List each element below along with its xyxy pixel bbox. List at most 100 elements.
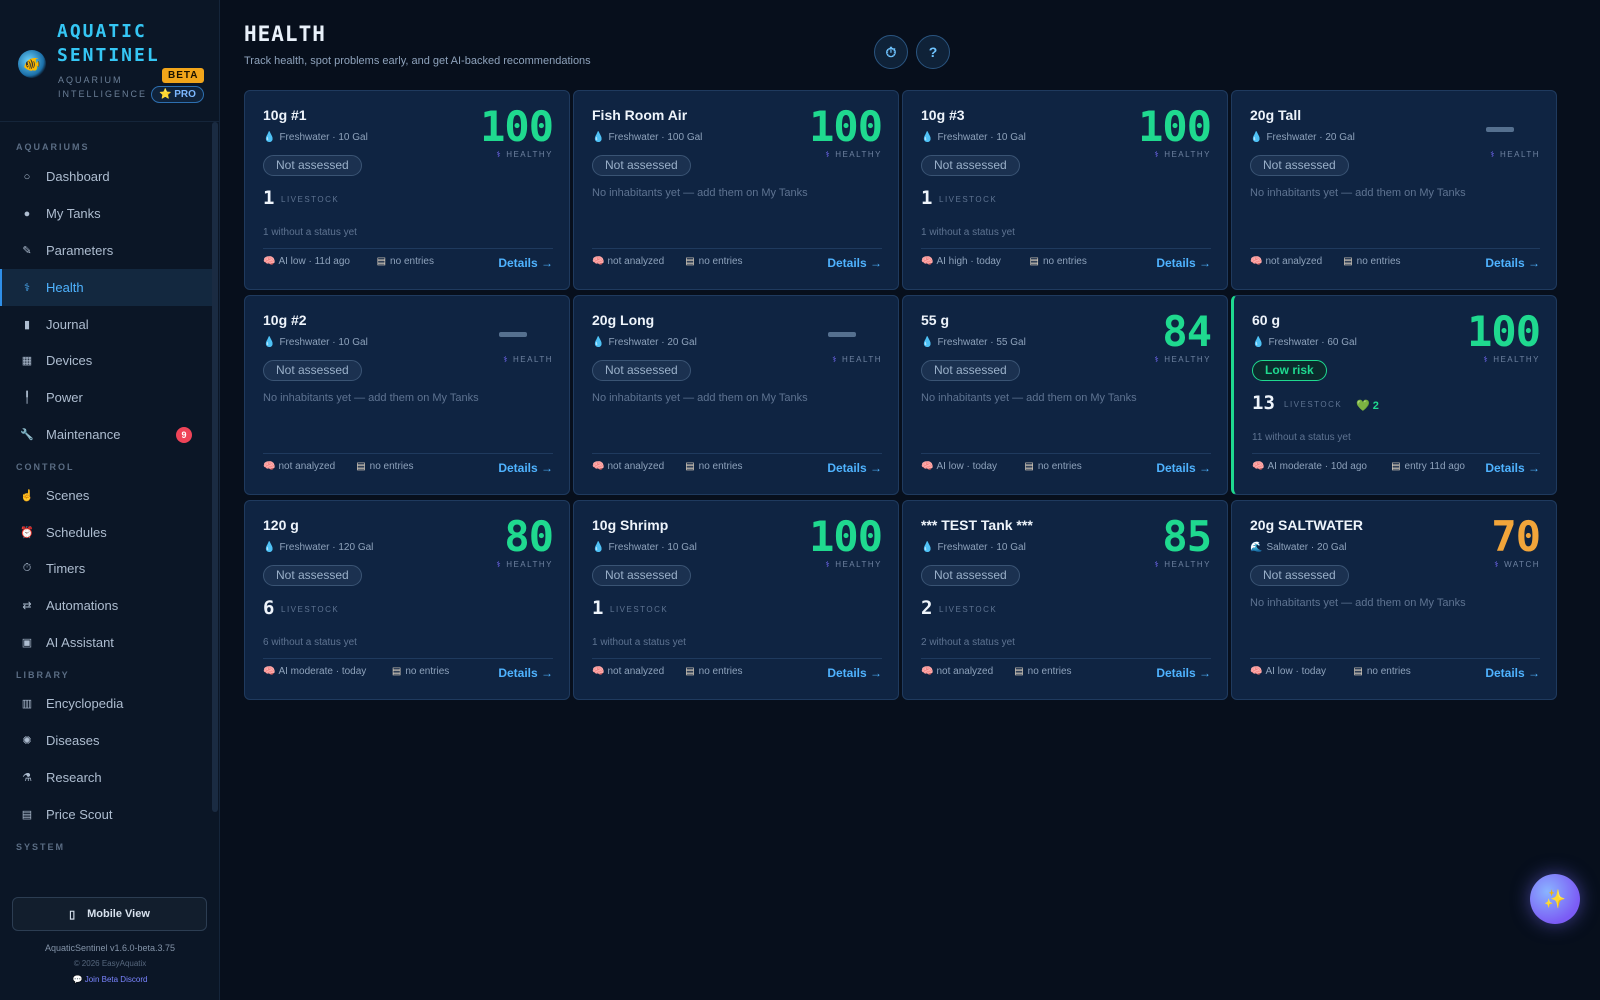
- pro-badge[interactable]: ⭐ PRO: [151, 86, 204, 103]
- app-version: AquaticSentinel v1.6.0-beta.3.75: [44, 943, 176, 953]
- tank-card[interactable]: 10g #1 💧 Freshwater · 10 Gal 100 ⚕ HEALTHY Not…: [244, 90, 570, 290]
- journal-status-text: no entries: [1027, 666, 1072, 677]
- sidebar-item-schedules[interactable]: ⏰ Schedules: [0, 514, 212, 551]
- sidebar-item-label: My Tanks: [46, 206, 101, 221]
- tank-card[interactable]: 55 g 💧 Freshwater · 55 Gal 84 ⚕ HEALTHY Not as…: [902, 295, 1228, 495]
- details-link[interactable]: Details →: [498, 461, 553, 475]
- details-link[interactable]: Details →: [827, 666, 882, 680]
- tank-card[interactable]: 120 g 💧 Freshwater · 120 Gal 80 ⚕ HEALTHY Not …: [244, 500, 570, 700]
- timer-button[interactable]: ⏱: [874, 35, 908, 69]
- stethoscope-icon: ⚕: [1154, 355, 1161, 364]
- details-link[interactable]: Details →: [498, 666, 553, 680]
- livestock-count: 1: [592, 597, 604, 619]
- details-link[interactable]: Details →: [827, 461, 882, 475]
- tank-name: 10g #2: [263, 312, 307, 328]
- livestock-label: LIVESTOCK: [939, 605, 998, 614]
- journal-status-text: no entries: [405, 666, 450, 677]
- mobile-view-button[interactable]: ▯ Mobile View: [12, 897, 207, 931]
- discord-link[interactable]: 💬 Join Beta Discord: [0, 975, 220, 984]
- diseases-icon: ✺: [22, 735, 32, 747]
- notepad-icon: ▤: [1024, 461, 1034, 472]
- tank-type: 💧 Freshwater · 20 Gal: [1250, 132, 1355, 143]
- tank-name: 20g SALTWATER: [1250, 517, 1364, 533]
- tank-name: 60 g: [1252, 312, 1281, 328]
- ai-analysis-text: AI high · today: [936, 256, 1001, 267]
- sidebar-item-power[interactable]: ╿ Power: [0, 379, 212, 416]
- journal-status-text: no entries: [698, 256, 743, 267]
- assessment-pill: Not assessed: [592, 360, 691, 381]
- notepad-icon: ▤: [685, 256, 695, 267]
- tank-type: 💧 Freshwater · 55 Gal: [921, 337, 1026, 348]
- tank-card[interactable]: 20g SALTWATER 🌊 Saltwater · 20 Gal 70 ⚕ WATCH…: [1231, 500, 1557, 700]
- sidebar-item-journal[interactable]: ▮ Journal: [0, 306, 212, 343]
- help-button[interactable]: ?: [916, 35, 950, 69]
- sidebar-item-scenes[interactable]: ☝ Scenes: [0, 477, 212, 514]
- notepad-icon: ▤: [685, 666, 695, 677]
- health-label-text: HEALTH: [842, 355, 882, 364]
- journal-status-text: no entries: [698, 666, 743, 677]
- sidebar-item-maintenance[interactable]: 🔧 Maintenance 9: [0, 416, 212, 453]
- card-divider: [1252, 453, 1540, 454]
- empty-inhabitants-note: No inhabitants yet — add them on My Tank…: [263, 392, 479, 404]
- tank-name: 10g #1: [263, 107, 307, 123]
- tank-type-label: Freshwater · 100 Gal: [608, 132, 703, 143]
- sidebar-item-health[interactable]: ⚕ Health: [0, 269, 212, 306]
- sidebar-item-research[interactable]: ⚗ Research: [0, 759, 212, 796]
- health-label: ⚕ HEALTH: [503, 355, 553, 364]
- ai-analysis-text: AI low · 11d ago: [278, 256, 350, 267]
- sidebar-item-encyclopedia[interactable]: ▥ Encyclopedia: [0, 685, 212, 722]
- sidebar-item-dashboard[interactable]: ○ Dashboard: [0, 158, 212, 195]
- tank-card[interactable]: 60 g 💧 Freshwater · 60 Gal 100 ⚕ HEALTHY Low r…: [1231, 295, 1557, 495]
- tank-type: 🌊 Saltwater · 20 Gal: [1250, 542, 1347, 553]
- livestock-count: 1: [263, 187, 275, 209]
- details-link[interactable]: Details →: [1156, 256, 1211, 270]
- automations-icon: ⇄: [22, 600, 32, 612]
- card-divider: [1250, 248, 1540, 249]
- tank-card[interactable]: 20g Long 💧 Freshwater · 20 Gal ⚕ HEALTH Not a…: [573, 295, 899, 495]
- sidebar-item-ai-assistant[interactable]: ▣ AI Assistant: [0, 624, 212, 661]
- tank-type-label: Freshwater · 10 Gal: [279, 132, 368, 143]
- timers-icon: ⏱: [22, 562, 32, 574]
- details-link[interactable]: Details →: [827, 256, 882, 270]
- sidebar-item-devices[interactable]: ▦ Devices: [0, 342, 212, 379]
- parameters-icon: ✎: [22, 245, 32, 257]
- water-drop-icon: 💧: [263, 542, 276, 553]
- details-link[interactable]: Details →: [1485, 256, 1540, 270]
- details-link[interactable]: Details →: [1156, 666, 1211, 680]
- tank-type-label: Freshwater · 10 Gal: [608, 542, 697, 553]
- sidebar-item-my-tanks[interactable]: ● My Tanks: [0, 195, 212, 232]
- ai-analysis-status: 🧠 AI high · today: [921, 256, 1001, 267]
- tank-card[interactable]: *** TEST Tank *** 💧 Freshwater · 10 Gal 85 ⚕…: [902, 500, 1228, 700]
- brain-icon: 🧠: [921, 666, 934, 677]
- tank-card[interactable]: 10g Shrimp 💧 Freshwater · 10 Gal 100 ⚕ HEALTH…: [573, 500, 899, 700]
- stethoscope-icon: ⚕: [1483, 355, 1490, 364]
- journal-status: ▤ entry 11d ago: [1391, 461, 1465, 472]
- tank-card[interactable]: 10g #3 💧 Freshwater · 10 Gal 100 ⚕ HEALTHY Not…: [902, 90, 1228, 290]
- details-link[interactable]: Details →: [498, 256, 553, 270]
- journal-status: ▤ no entries: [377, 256, 434, 267]
- assessment-pill: Not assessed: [263, 565, 362, 586]
- livestock-status-note: 2 without a status yet: [921, 637, 1015, 648]
- sidebar-scrollbar[interactable]: [212, 122, 218, 812]
- sidebar-item-label: Diseases: [46, 733, 100, 748]
- health-label: ⚕ HEALTHY: [1483, 355, 1540, 364]
- sidebar-item-automations[interactable]: ⇄ Automations: [0, 587, 212, 624]
- sidebar-item-timers[interactable]: ⏱ Timers: [0, 550, 212, 587]
- details-link[interactable]: Details →: [1485, 666, 1540, 680]
- tank-card[interactable]: Fish Room Air 💧 Freshwater · 100 Gal 100 ⚕ HE…: [573, 90, 899, 290]
- empty-inhabitants-note: No inhabitants yet — add them on My Tank…: [921, 392, 1137, 404]
- sidebar-item-diseases[interactable]: ✺ Diseases: [0, 722, 212, 759]
- ai-analysis-text: not analyzed: [1265, 256, 1323, 267]
- sidebar-item-label: Research: [46, 770, 102, 785]
- sidebar-item-parameters[interactable]: ✎ Parameters: [0, 232, 212, 269]
- tank-card[interactable]: 20g Tall 💧 Freshwater · 20 Gal ⚕ HEALTH Not a…: [1231, 90, 1557, 290]
- health-score: 100: [1138, 102, 1212, 151]
- ai-assistant-fab[interactable]: ✨: [1530, 874, 1580, 924]
- tank-card[interactable]: 10g #2 💧 Freshwater · 10 Gal ⚕ HEALTH Not ass…: [244, 295, 570, 495]
- health-score: 85: [1162, 512, 1212, 561]
- health-label-text: HEALTH: [1500, 150, 1540, 159]
- details-link[interactable]: Details →: [1156, 461, 1211, 475]
- sidebar-item-price-scout[interactable]: ▤ Price Scout: [0, 796, 212, 833]
- details-link[interactable]: Details →: [1485, 461, 1540, 475]
- ai-assistant-icon: ▣: [21, 637, 33, 649]
